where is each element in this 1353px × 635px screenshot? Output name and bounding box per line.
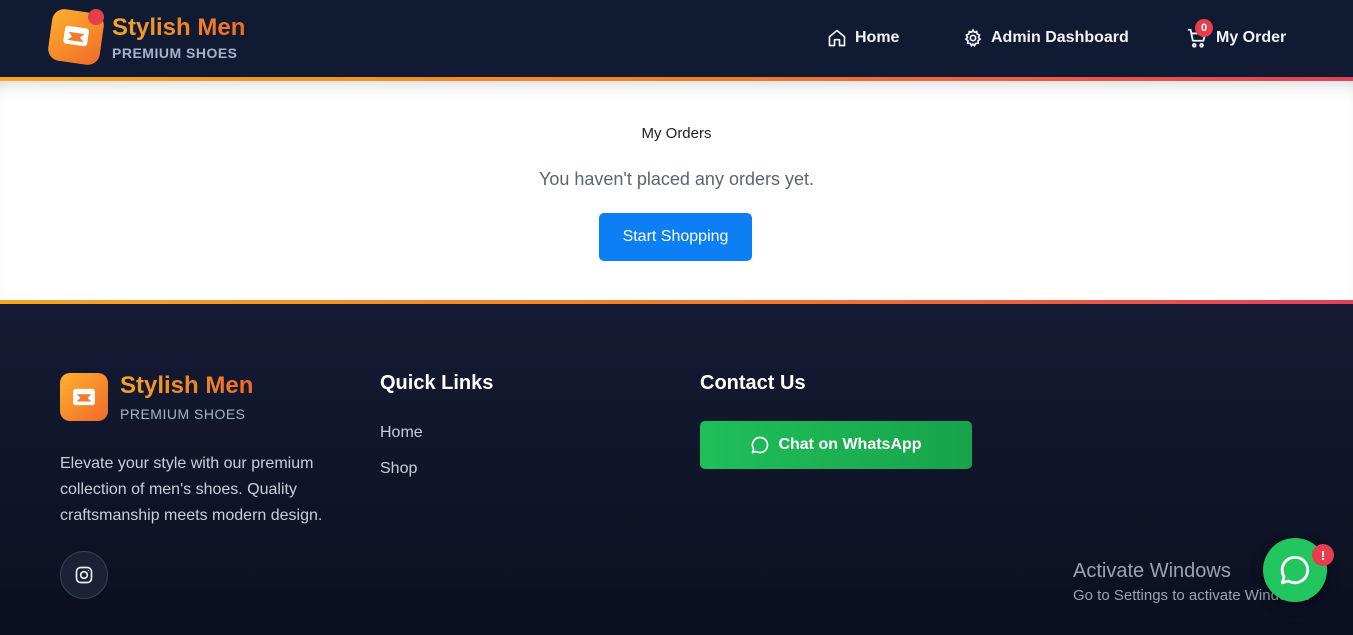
site-header: Stylish Men PREMIUM SHOES Home Admin Das… xyxy=(0,0,1353,77)
cart-icon-wrap: 0 xyxy=(1186,19,1213,49)
quick-links-title: Quick Links xyxy=(380,372,494,394)
instagram-button[interactable] xyxy=(60,551,108,599)
nav-my-order-label: My Order xyxy=(1216,29,1287,46)
nav-my-order[interactable]: 0 My Order xyxy=(1186,19,1287,50)
start-shopping-button[interactable]: Start Shopping xyxy=(599,213,752,261)
chat-on-whatsapp-button[interactable]: Chat on WhatsApp xyxy=(700,421,972,469)
shoe-box-icon xyxy=(63,25,89,47)
brand-subtitle: PREMIUM SHOES xyxy=(112,45,238,61)
footer-link-shop[interactable]: Shop xyxy=(380,460,417,478)
contact-us-title: Contact Us xyxy=(700,372,806,394)
footer-description: Elevate your style with our premium coll… xyxy=(60,455,323,524)
floating-chat-badge: ! xyxy=(1312,544,1334,566)
home-icon xyxy=(828,29,846,47)
whatsapp-button-label: Chat on WhatsApp xyxy=(778,436,922,453)
gear-icon xyxy=(964,28,982,48)
notification-dot xyxy=(88,9,104,25)
orders-section: My Orders You haven't placed any orders … xyxy=(0,81,1353,300)
nav-admin-label: Admin Dashboard xyxy=(991,29,1129,46)
instagram-icon xyxy=(75,566,93,584)
footer-brand-logo[interactable] xyxy=(60,373,108,421)
nav-home-label: Home xyxy=(855,29,900,46)
footer-link-home[interactable]: Home xyxy=(380,424,423,442)
empty-orders-message: You haven't placed any orders yet. xyxy=(539,169,814,189)
chat-bubble-icon xyxy=(1280,555,1310,585)
footer-brand-subtitle: PREMIUM SHOES xyxy=(120,406,246,422)
page-title: My Orders xyxy=(641,125,712,142)
shoe-box-icon xyxy=(73,388,95,406)
nav-home[interactable]: Home xyxy=(827,26,899,50)
brand-title[interactable]: Stylish Men xyxy=(112,14,245,42)
chat-bubble-icon xyxy=(752,436,769,454)
site-footer: Stylish Men PREMIUM SHOES Elevate your s… xyxy=(0,304,1353,635)
nav-admin-dashboard[interactable]: Admin Dashboard xyxy=(963,26,1129,50)
footer-brand-title: Stylish Men xyxy=(120,372,254,399)
cart-count-badge: 0 xyxy=(1195,19,1213,37)
